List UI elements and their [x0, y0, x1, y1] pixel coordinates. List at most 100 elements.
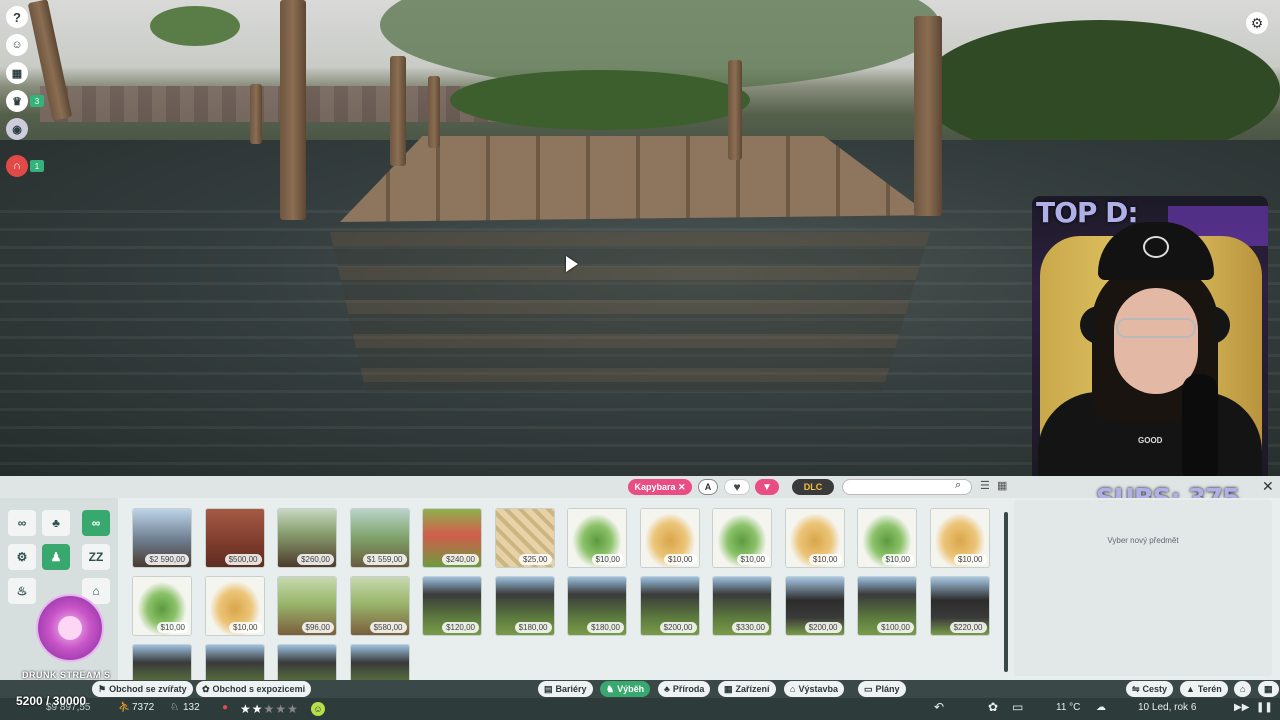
grid-icon: ▦	[1264, 683, 1273, 694]
shop-item[interactable]: $180,00	[494, 576, 555, 636]
shop-item[interactable]: $1 559,00	[349, 508, 410, 568]
calendar-icon[interactable]: ▦	[6, 62, 28, 84]
undo-icon[interactable]: ↶	[934, 700, 944, 714]
shop-item[interactable]: $10,00	[857, 508, 917, 568]
category-water-icon[interactable]: ♨	[8, 578, 36, 604]
shop-item[interactable]: $10,00	[712, 508, 772, 568]
category-sleep-icon[interactable]: ZZ	[82, 544, 110, 570]
animal-shop-button[interactable]: ⚑ Obchod se zvířaty	[92, 681, 193, 697]
shop-item[interactable]: $500,00	[204, 508, 265, 568]
visitors-icon: ⛹	[118, 702, 131, 713]
trophy-badge: 3	[30, 95, 44, 107]
exhibit-shop-button[interactable]: ✿ Obchod s expozicemi	[196, 681, 312, 697]
shop-item[interactable]	[204, 644, 265, 680]
item-price: $10,00	[736, 554, 769, 565]
home-icon: ⌂	[1240, 684, 1246, 694]
alert-icon[interactable]: ●	[222, 702, 228, 713]
shop-item[interactable]: $25,00	[494, 508, 555, 568]
category-all-icon[interactable]: ∞	[8, 510, 36, 536]
rating-star-icon: ★	[263, 702, 276, 716]
trophy-icon[interactable]: ♛	[6, 90, 28, 112]
webcam-overlay: GOOD TOP D:	[1032, 196, 1268, 496]
tab-barriers[interactable]: ▤ Bariéry	[538, 681, 593, 697]
shop-item[interactable]	[132, 644, 192, 680]
weather-cloud-icon: ☁	[1096, 702, 1106, 713]
grid-scrollbar[interactable]	[1004, 512, 1008, 672]
pause-icon[interactable]: ❚❚	[1256, 702, 1273, 713]
home-button[interactable]: ⌂	[1234, 681, 1252, 697]
alpha-sort-button[interactable]: A	[698, 479, 718, 495]
category-enrichment-icon[interactable]: ⚙	[8, 544, 36, 570]
rating-star-icon: ★	[240, 702, 252, 716]
animals-value: 132	[183, 702, 200, 713]
blueprints-icon: ▭	[864, 683, 873, 694]
shop-item[interactable]: $200,00	[639, 576, 700, 636]
shop-item[interactable]: $580,00	[349, 576, 410, 636]
visitor-goal: 5200 / 30000	[16, 694, 87, 708]
shop-item[interactable]: $2 590,00	[132, 508, 192, 568]
shop-item[interactable]: $260,00	[277, 508, 337, 568]
dlc-toggle[interactable]: DLC	[792, 479, 834, 495]
grid-view-icon[interactable]: ▦	[997, 479, 1007, 492]
shop-item[interactable]: $120,00	[422, 576, 482, 636]
terrain-button[interactable]: ▲ Terén	[1180, 681, 1228, 697]
shop-item[interactable]: $220,00	[929, 576, 990, 636]
shop-item[interactable]: $330,00	[712, 576, 772, 636]
magnet-icon[interactable]: ∩	[6, 155, 28, 177]
shop-item[interactable]: $10,00	[567, 508, 627, 568]
shop-item[interactable]	[349, 644, 410, 680]
shop-item[interactable]: $10,00	[132, 576, 192, 636]
tab-habitat[interactable]: ♞ Výběh	[600, 681, 651, 697]
paths-icon: ⇋	[1132, 683, 1140, 694]
tab-facilities[interactable]: ▦ Zařízení	[718, 681, 776, 697]
dock-post	[250, 84, 262, 144]
close-icon[interactable]: ✕	[1262, 478, 1274, 495]
settings-gear-icon[interactable]: ⚙	[1246, 12, 1268, 34]
item-price: $10,00	[591, 554, 624, 565]
item-price: $10,00	[229, 622, 262, 633]
detail-hint: Vyber nový předmět	[1107, 536, 1179, 545]
item-price: $180,00	[587, 622, 624, 633]
foliage	[920, 20, 1280, 160]
item-price: $220,00	[949, 622, 987, 633]
filter-funnel-icon[interactable]: ▼	[755, 479, 779, 495]
item-price: $10,00	[156, 622, 189, 633]
shop-item[interactable]: $10,00	[639, 508, 700, 568]
dock-post	[728, 60, 742, 160]
favorites-heart-icon[interactable]: ♥	[724, 479, 750, 495]
shop-item[interactable]: $180,00	[567, 576, 627, 636]
search-input[interactable]	[842, 479, 972, 495]
rotate-camera-icon[interactable]: ✿	[988, 700, 998, 714]
tab-nature-label: Příroda	[672, 684, 705, 694]
paths-button[interactable]: ⇋ Cesty	[1126, 681, 1174, 697]
shop-item[interactable]	[277, 644, 337, 680]
category-food-icon[interactable]: ♣	[42, 510, 70, 536]
terrain-icon: ▲	[1186, 684, 1195, 694]
list-view-icon[interactable]: ☰	[980, 479, 990, 492]
tab-construction[interactable]: ⌂ Výstavba	[784, 681, 844, 697]
help-icon[interactable]: ?	[6, 6, 28, 28]
eye-icon[interactable]: ◉	[6, 118, 28, 140]
shop-item[interactable]: $10,00	[204, 576, 265, 636]
item-price: $25,00	[519, 554, 552, 565]
shop-item[interactable]: $240,00	[422, 508, 482, 568]
shop-item[interactable]: $10,00	[784, 508, 845, 568]
shop-item[interactable]: $10,00	[929, 508, 990, 568]
filter-tag-capybara[interactable]: Kapybara ✕	[628, 479, 692, 495]
shop-toolbar: Kapybara ✕ A ♥ ▼ DLC ⌕ ☰ ▦	[0, 476, 1280, 498]
search-icon[interactable]: ⌕	[955, 479, 961, 492]
pause-menu-icon[interactable]: ▭	[1012, 700, 1023, 714]
category-habitat-icon[interactable]: ∞	[82, 510, 110, 536]
more-button[interactable]: ▦	[1258, 681, 1279, 697]
tab-nature[interactable]: ♣ Příroda	[658, 681, 711, 697]
item-thumbnail	[205, 645, 264, 680]
item-price: $2 590,00	[145, 554, 189, 565]
fast-forward-icon[interactable]: ▶▶	[1234, 702, 1249, 713]
shop-item[interactable]: $100,00	[857, 576, 917, 636]
shop-item[interactable]: $96,00	[277, 576, 337, 636]
headset-icon	[1080, 306, 1230, 344]
tab-blueprints[interactable]: ▭ Plány	[858, 681, 906, 697]
animal-icon[interactable]: ☺	[6, 34, 28, 56]
category-animal-icon[interactable]: ♟	[42, 544, 70, 570]
shop-item[interactable]: $200,00	[784, 576, 845, 636]
